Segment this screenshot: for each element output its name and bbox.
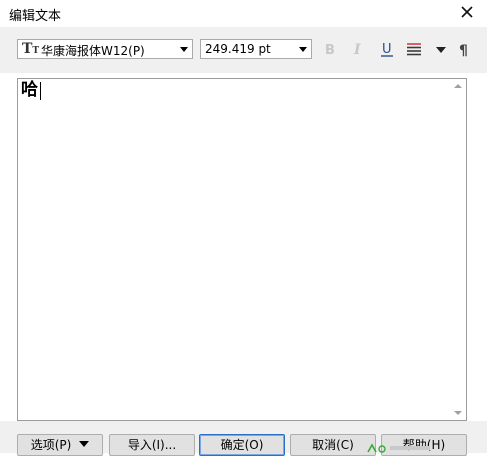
cancel-button-label: 取消(C) [312, 438, 354, 452]
font-family-select[interactable]: TT 华康海报体W12(P) [17, 39, 193, 59]
text-edit-area[interactable]: 哈 [17, 78, 467, 421]
ok-button-label: 确定(O) [220, 438, 264, 452]
font-family-value: 华康海报体W12(P) [41, 44, 145, 58]
align-dropdown[interactable] [432, 40, 450, 58]
close-button[interactable] [454, 2, 480, 24]
paragraph-icon: ¶ [459, 43, 468, 59]
chevron-down-icon [79, 441, 90, 447]
title-bar: 编辑文本 [0, 0, 487, 27]
font-type-icon: TT [22, 41, 40, 57]
chevron-down-icon [180, 47, 188, 52]
italic-button[interactable]: I [349, 40, 367, 58]
text-caret [40, 82, 41, 100]
editor-content: 哈 [21, 80, 38, 100]
underline-button[interactable]: U [378, 40, 396, 58]
vertical-scrollbar[interactable] [449, 79, 466, 420]
close-icon [461, 6, 473, 18]
scroll-up-icon[interactable] [454, 84, 462, 88]
svg-text:I: I [353, 42, 361, 58]
underline-icon: U [381, 42, 393, 57]
options-button-label: 选项(P) [30, 438, 72, 452]
import-button-label: 导入(I)... [127, 438, 177, 452]
chevron-down-icon [299, 47, 307, 52]
font-size-value: 249.419 pt [205, 42, 271, 56]
italic-icon: I [353, 42, 361, 58]
edit-text-dialog: 编辑文本 TT 华康海报体W12(P) 249.419 pt B I U ¶ 哈… [0, 0, 487, 456]
bold-icon: B [325, 43, 335, 58]
dialog-title: 编辑文本 [9, 9, 62, 24]
align-button[interactable] [405, 40, 423, 58]
text-toolbar: TT 华康海报体W12(P) 249.419 pt B I U ¶ [0, 27, 487, 73]
font-size-select[interactable]: 249.419 pt [200, 39, 312, 59]
bold-button[interactable]: B [321, 40, 339, 58]
scroll-down-icon[interactable] [454, 411, 462, 415]
svg-text:¶: ¶ [459, 43, 468, 58]
align-icon [407, 43, 421, 56]
paragraph-button[interactable]: ¶ [455, 40, 473, 59]
chevron-down-icon [436, 47, 446, 53]
svg-text:B: B [325, 43, 335, 58]
svg-text:U: U [382, 42, 392, 57]
watermark-logo [367, 443, 430, 453]
